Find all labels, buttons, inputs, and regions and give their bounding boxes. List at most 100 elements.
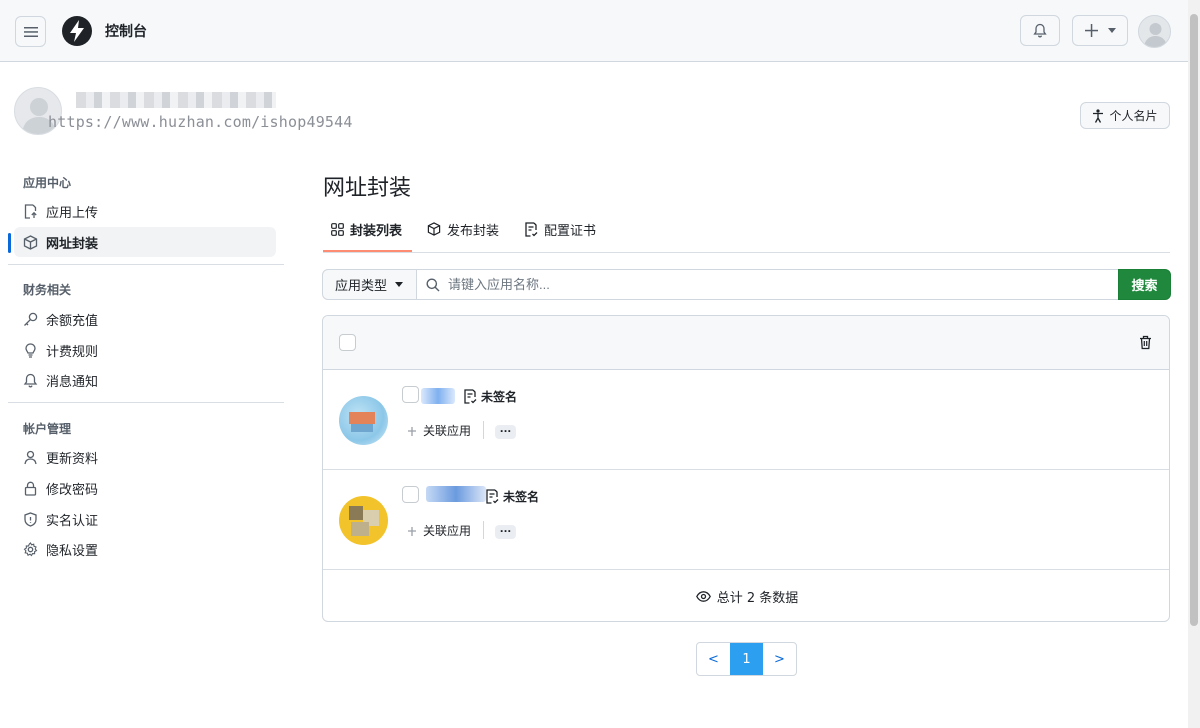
page-scrollbar[interactable] [1188,0,1200,728]
table-row: 未签名 关联应用 ... [323,370,1169,470]
row-checkbox[interactable] [402,386,419,403]
linked-app-link[interactable]: 关联应用 [405,522,471,539]
total-count: 总计 2 条数据 [323,570,1169,621]
sidebar-item-label: 计费规则 [46,344,99,360]
package-icon [427,222,441,236]
divider [483,421,484,439]
divider [483,521,484,539]
sidebar-section-finance: 财务相关 [23,283,72,297]
sign-status-label: 未签名 [481,390,518,404]
sidebar-item-label: 余额充值 [46,313,99,329]
sidebar-active-indicator [8,233,11,253]
accessibility-icon [1093,108,1104,123]
tab-label: 发布封装 [447,223,500,239]
search-icon [426,278,440,291]
plus-icon [1084,24,1098,37]
profile-name-blurred [76,92,276,108]
next-page-button[interactable]: > [763,643,796,675]
app-type-dropdown[interactable]: 应用类型 [322,269,417,300]
person-icon [24,450,37,464]
caret-down-icon [1107,28,1116,33]
sidebar-item-recharge[interactable]: 余额充值 [14,304,276,334]
search-field[interactable] [416,269,1119,300]
sign-status: 未签名 [463,388,517,405]
tab-package-list[interactable]: 封装列表 [331,206,402,252]
gear-icon [23,541,38,556]
lightning-logo-icon[interactable] [62,15,92,47]
tab-config-certificate[interactable]: 配置证书 [524,206,596,252]
notifications-button[interactable] [1020,15,1060,46]
sidebar-divider [8,264,284,265]
top-header: 控制台 [0,0,1188,62]
sidebar-item-label: 网址封装 [46,236,99,252]
lightbulb-icon [25,342,36,358]
sign-status: 未签名 [485,488,539,505]
create-new-button[interactable] [1072,15,1128,46]
sidebar-item-label: 实名认证 [46,513,99,529]
linked-app-label: 关联应用 [423,424,472,438]
app-name-blurred[interactable] [426,486,486,502]
hamburger-icon [23,26,38,37]
file-cert-icon [486,489,499,504]
sidebar-item-change-password[interactable]: 修改密码 [14,473,276,503]
linked-app-link[interactable]: 关联应用 [405,422,471,439]
link-icon [408,526,416,536]
key-icon [24,312,38,326]
app-icon[interactable] [339,396,388,445]
app-title: 控制台 [105,24,147,40]
app-name-blurred[interactable] [421,388,455,404]
shield-icon [24,511,37,527]
app-icon[interactable] [339,496,388,545]
sidebar-item-privacy-settings[interactable]: 隐私设置 [14,534,276,564]
link-icon [408,426,416,436]
sidebar-item-label: 更新资料 [46,451,99,467]
trash-icon[interactable] [1139,335,1152,350]
sidebar-item-update-profile[interactable]: 更新资料 [14,442,276,472]
more-options-button[interactable]: ... [495,425,516,439]
user-avatar[interactable] [1138,15,1171,48]
page-1-button[interactable]: 1 [730,643,763,675]
linked-app-label: 关联应用 [423,524,472,538]
package-list: 未签名 关联应用 ... 未签名 关联应用 ... 总计 2 条数据 [322,315,1170,622]
sidebar-section-account: 帐户管理 [23,422,72,436]
sidebar-divider [8,402,284,403]
active-tab-underline [323,250,412,252]
select-all-checkbox[interactable] [339,334,356,351]
tab-label: 配置证书 [544,223,597,239]
menu-button[interactable] [15,16,46,47]
sidebar-item-billing-rules[interactable]: 计费规则 [14,335,276,365]
sidebar-item-label: 隐私设置 [46,543,99,559]
watermark-text: https://www.huzhan.com/ishop49544 [48,113,353,131]
bell-icon [1033,23,1047,38]
search-input[interactable] [448,277,1088,292]
file-cert-icon [464,389,477,404]
personal-card-button[interactable]: 个人名片 [1080,102,1170,129]
app-type-label: 应用类型 [335,279,388,294]
sidebar-item-label: 消息通知 [46,374,99,390]
sidebar-item-label: 应用上传 [46,205,99,221]
sidebar-item-notifications[interactable]: 消息通知 [14,365,276,395]
prev-page-button[interactable]: < [697,643,730,675]
bell-icon [23,373,38,387]
total-count-label: 总计 2 条数据 [716,590,799,606]
sidebar-section-app-center: 应用中心 [23,176,72,190]
list-header [323,316,1169,370]
package-icon [23,234,38,250]
tab-publish-package[interactable]: 发布封装 [427,206,499,252]
caret-down-icon [395,282,404,287]
sidebar-item-label: 修改密码 [46,482,99,498]
sidebar-item-app-upload[interactable]: 应用上传 [14,196,276,226]
search-bar: 应用类型 搜索 [322,269,1171,300]
more-options-button[interactable]: ... [495,525,516,539]
sidebar-item-real-name-auth[interactable]: 实名认证 [14,504,276,534]
search-button[interactable]: 搜索 [1118,269,1171,300]
eye-icon [695,590,711,602]
upload-file-icon [24,203,37,219]
row-checkbox[interactable] [402,486,419,503]
grid-icon [331,222,344,236]
scrollbar-thumb[interactable] [1190,14,1198,626]
sidebar-item-url-packaging[interactable]: 网址封装 [14,227,276,257]
pagination: < 1 > [696,642,797,676]
file-cert-icon [525,221,538,237]
lock-icon [24,481,37,496]
